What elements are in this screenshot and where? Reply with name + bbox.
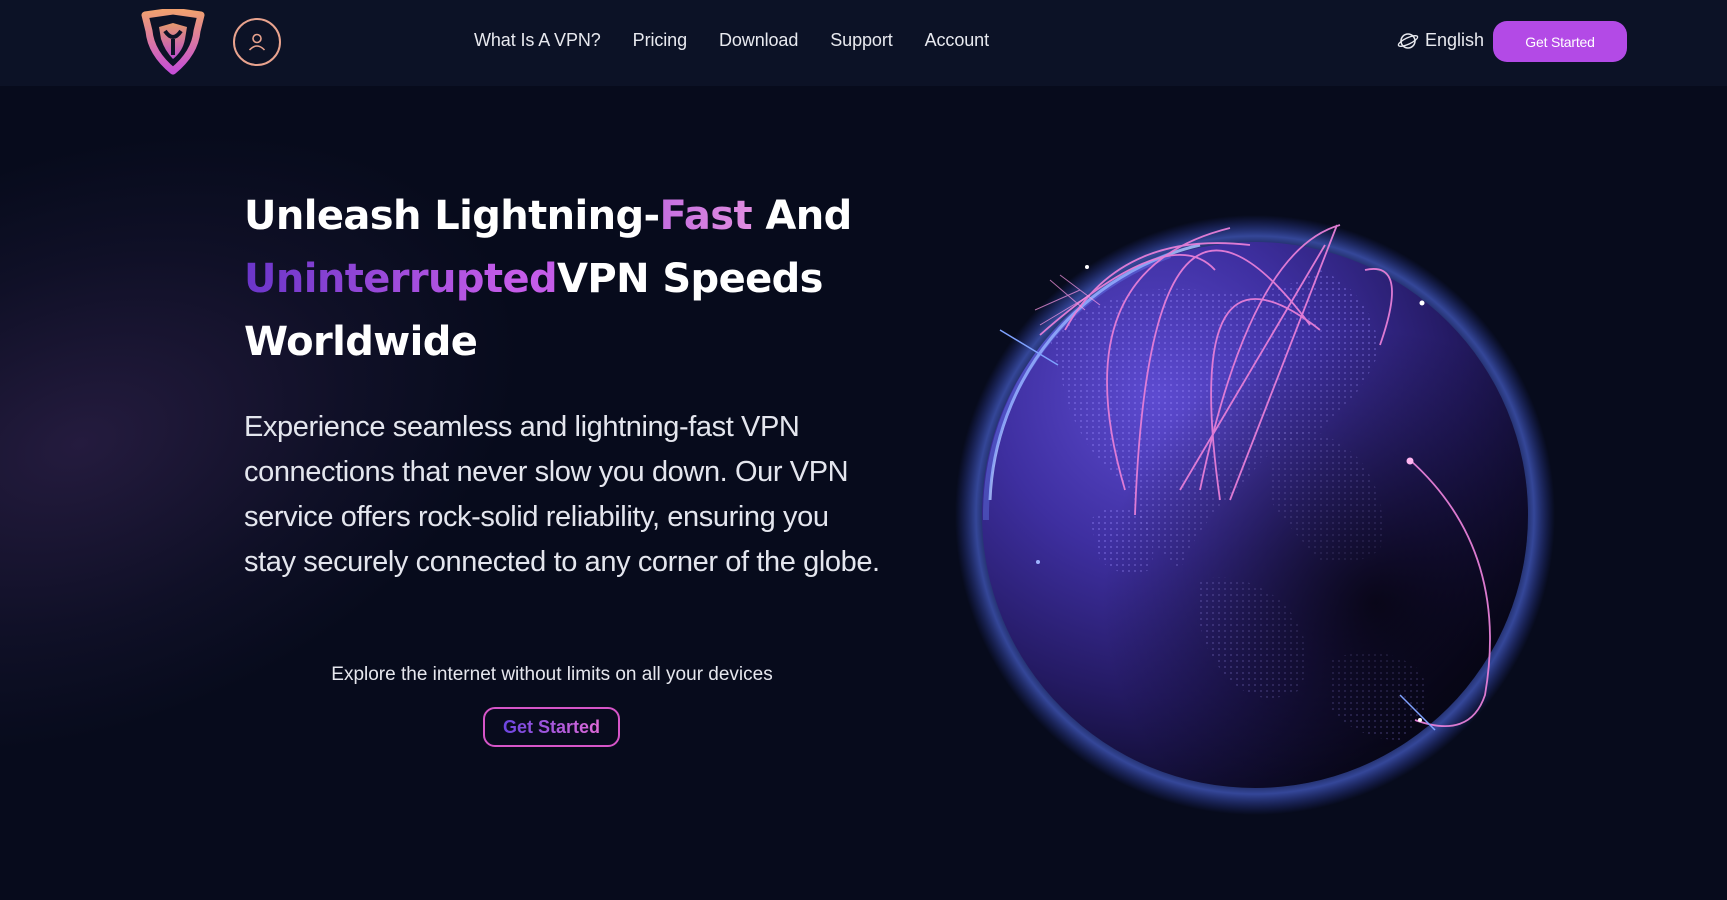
hero-title-highlight-fast: Fast: [659, 193, 753, 239]
hero-title-part4: Worldwide: [244, 319, 478, 365]
nav-link-account[interactable]: Account: [925, 30, 989, 51]
shield-logo-icon[interactable]: [139, 7, 207, 75]
hero-title: Unleash Lightning-Fast And Uninterrupted…: [244, 185, 864, 374]
globe-network-illustration: [940, 100, 1580, 820]
nav-link-pricing[interactable]: Pricing: [633, 30, 687, 51]
hero-title-part3: VPN Speeds: [557, 256, 823, 302]
hero-subtitle: Explore the internet without limits on a…: [331, 664, 773, 685]
user-icon: [248, 33, 266, 51]
language-label: English: [1425, 30, 1485, 50]
hero-title-highlight-uninterrupted: Uninterrupted: [244, 256, 558, 302]
hero-get-started-label: Get Started: [502, 716, 601, 737]
get-started-button[interactable]: Get Started: [1493, 21, 1627, 62]
nav-link-support[interactable]: Support: [830, 30, 892, 51]
account-avatar-button[interactable]: [233, 18, 281, 66]
nav-link-what-is-vpn[interactable]: What Is A VPN?: [474, 30, 601, 51]
top-navbar: What Is A VPN? Pricing Download Support …: [0, 0, 1727, 86]
globe-icon: [1397, 32, 1419, 49]
nav-link-download[interactable]: Download: [719, 30, 798, 51]
main-nav: What Is A VPN? Pricing Download Support …: [474, 30, 1021, 51]
background-glow: [0, 27, 597, 773]
hero-title-part1: Unleash Lightning-: [244, 193, 660, 239]
hero-get-started-button[interactable]: Get Started: [483, 707, 620, 747]
hero-title-part2: And: [752, 193, 852, 239]
language-selector[interactable]: English: [1397, 30, 1484, 51]
hero-description: Experience seamless and lightning-fast V…: [244, 411, 880, 578]
